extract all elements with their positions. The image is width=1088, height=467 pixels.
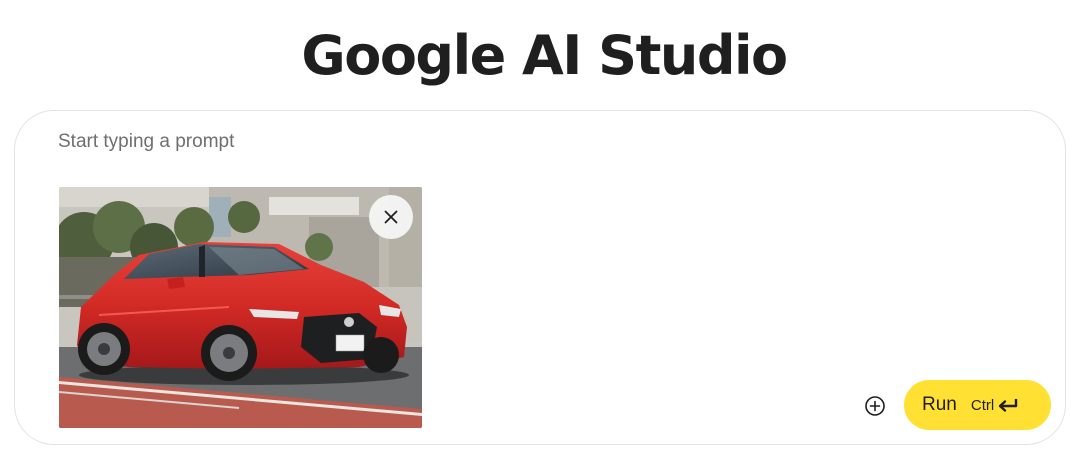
add-button[interactable] (863, 394, 887, 418)
car-photo (59, 187, 422, 428)
attached-image (59, 187, 422, 428)
remove-image-button[interactable] (369, 195, 413, 239)
app-title: Google AI Studio (301, 24, 788, 87)
enter-icon (997, 397, 1019, 413)
close-icon (384, 210, 398, 224)
prompt-input[interactable] (58, 129, 958, 155)
run-shortcut-label: Ctrl (970, 396, 995, 414)
run-button[interactable]: Run Ctrl (904, 380, 1051, 430)
prompt-box: Run Ctrl (14, 110, 1066, 445)
page: Google AI Studio Start typing a prompt R… (0, 0, 1088, 467)
add-circle-icon (865, 396, 885, 416)
run-label: Run (922, 394, 957, 415)
